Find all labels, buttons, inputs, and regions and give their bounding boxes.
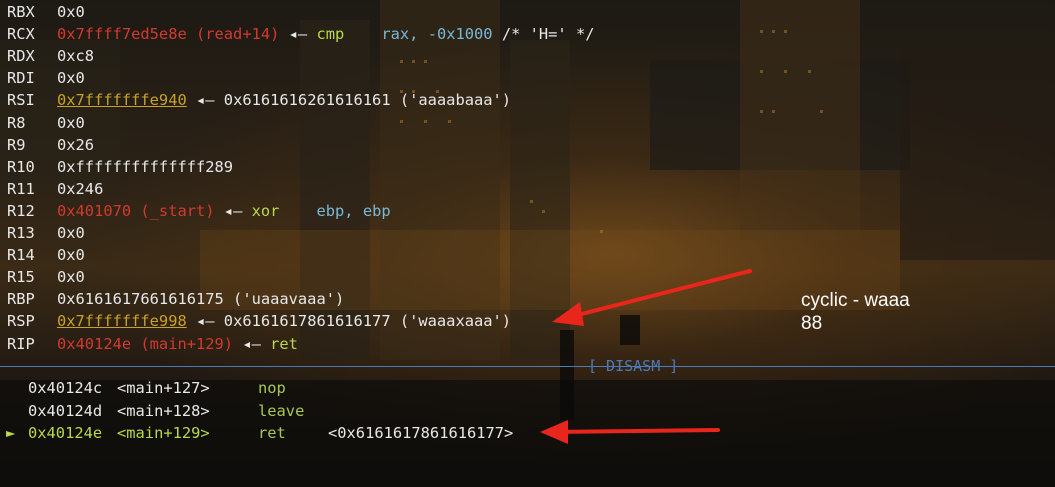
register-row-rsi: RSI 0x7fffffffe940 ◂— 0x6161616261616161 … (7, 89, 511, 111)
register-name: R8 (7, 113, 26, 132)
arrow-to-ret-head (540, 420, 568, 444)
register-value-part: ret (270, 334, 298, 353)
register-value-part: 0x246 (57, 179, 104, 198)
register-row-rdx: RDX 0xc8 (7, 45, 94, 67)
disasm-symbol: <main+128> (117, 401, 210, 420)
register-name: R12 (7, 201, 35, 220)
register-value-part: 0x7ffff7ed5e8e (read+14) (57, 25, 280, 44)
disasm-symbol: <main+129> (117, 424, 210, 442)
arrow-to-ret (548, 428, 720, 434)
disasm-address: 0x40124d (28, 401, 103, 420)
register-row-rdi: RDI 0x0 (7, 67, 85, 89)
register-name: RBX (7, 3, 35, 21)
register-row-r8: R8 0x0 (7, 112, 85, 134)
register-name: R11 (7, 179, 35, 198)
register-value-part: cmp (316, 25, 345, 44)
register-name: R13 (7, 224, 35, 242)
disasm-mnemonic: ret (258, 424, 286, 442)
register-row-r15: R15 0x0 (7, 266, 85, 288)
register-value-part: ebp, ebp (279, 201, 391, 220)
register-name: R10 (7, 157, 35, 176)
register-name: R14 (7, 246, 35, 265)
register-row-rsp: RSP 0x7fffffffe998 ◂— 0x6161617861616177 … (7, 310, 511, 332)
register-value-part: 0x26 (57, 135, 95, 154)
terminal-pane: RBX 0x0 RCX 0x7ffff7ed5e8e (read+14) ◂— cmp… (0, 0, 1055, 487)
register-name: RSP (7, 312, 35, 331)
register-row-r13: R13 0x0 (7, 222, 85, 244)
current-instruction-marker-icon: ► (6, 424, 16, 442)
disasm-address: 0x40124e (28, 424, 103, 442)
register-row-rcx: RCX 0x7ffff7ed5e8e (read+14) ◂— cmp rax, … (7, 23, 595, 45)
register-value-part: 0x0 (57, 113, 85, 132)
arrow-to-rsp-head (552, 302, 584, 326)
register-name: R9 (7, 135, 26, 154)
register-row-rbx: RBX 0x0 (7, 1, 85, 23)
register-value-part: 0x0 (57, 224, 85, 242)
register-value-part: rax, (344, 25, 428, 44)
annotation-cyclic: cyclic - waaa (801, 290, 910, 311)
register-row-rbp: RBP 0x6161617661616175 ('uaaavaaa') (7, 288, 344, 310)
register-name: RCX (7, 25, 35, 44)
register-value-part: 0x6161617661616175 ('uaaavaaa') (57, 290, 345, 309)
register-value-part: -0x1000 (427, 25, 493, 44)
register-value-part: 0xc8 (57, 47, 95, 66)
register-value-part: xor (251, 201, 280, 220)
disasm-symbol: <main+127> (117, 379, 210, 397)
register-name: RDX (7, 47, 35, 66)
register-name: RDI (7, 69, 35, 88)
register-name: RSI (7, 91, 35, 110)
register-value-part: 0x0 (57, 69, 85, 88)
register-value-part: /* 'H=' */ (492, 25, 595, 44)
register-value-part: ◂— (279, 25, 317, 44)
register-value-part: 0x7fffffffe940 (57, 91, 187, 110)
register-row-r14: R14 0x0 (7, 244, 85, 266)
register-row-r10: R10 0xffffffffffffff289 (7, 156, 233, 178)
register-value-part: 0x0 (57, 268, 85, 287)
register-value-part: 0x7fffffffe998 (57, 312, 187, 331)
register-row-r11: R11 0x246 (7, 178, 103, 200)
register-value-part: 0x0 (57, 3, 85, 21)
disasm-divider (0, 366, 1055, 367)
register-row-r12: R12 0x401070 (_start) ◂— xor ebp, ebp (7, 200, 391, 222)
disasm-header: [ DISASM ] (588, 357, 679, 375)
register-name: R15 (7, 268, 35, 287)
disasm-operand: <0x6161617861616177> (328, 424, 514, 442)
register-value-part: 0xffffffffffffff289 (57, 157, 234, 176)
register-row-rip: RIP 0x40124e (main+129) ◂— ret (7, 333, 298, 355)
annotation-offset: 88 (801, 313, 823, 334)
register-name: RBP (7, 290, 35, 309)
register-value-part: 0x0 (57, 246, 85, 265)
disasm-mnemonic: leave (258, 401, 305, 420)
register-row-r9: R9 0x26 (7, 134, 94, 156)
register-value-part: ◂— (233, 334, 271, 353)
disasm-mnemonic: nop (258, 379, 286, 397)
register-value-part: 0x401070 (_start) (57, 201, 215, 220)
register-value-part: 0x40124e (main+129) (57, 334, 234, 353)
register-value-part: ◂— (214, 201, 252, 220)
arrow-to-rsp (556, 269, 752, 322)
register-value-part: ◂— 0x6161616261616161 ('aaaabaaa') (186, 91, 512, 110)
register-name: RIP (7, 334, 35, 353)
disasm-address: 0x40124c (28, 379, 103, 397)
register-value-part: ◂— 0x6161617861616177 ('waaaxaaa') (186, 312, 512, 331)
